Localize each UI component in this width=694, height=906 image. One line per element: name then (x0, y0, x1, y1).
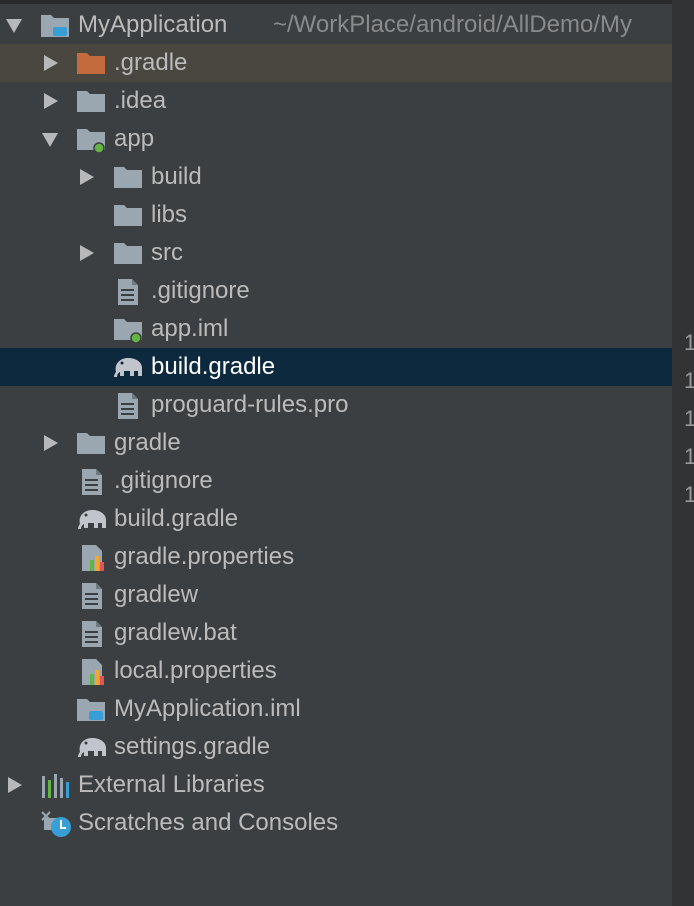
tree-item-label: MyApplication.iml (114, 695, 301, 722)
gradle-elephant-icon (76, 506, 106, 532)
chevron-down-icon[interactable] (42, 133, 58, 147)
project-folder-icon (40, 12, 69, 38)
tree-item-label: settings.gradle (114, 733, 271, 760)
project-name: MyApplication (78, 11, 228, 38)
tree-item-label: gradlew (114, 581, 199, 608)
iml-project-icon (76, 696, 105, 722)
tree-item-label: .gitignore (114, 467, 213, 494)
chevron-right-icon[interactable] (80, 245, 94, 261)
scratches-label: Scratches and Consoles (78, 809, 339, 836)
tree-row-settings-gradle[interactable]: settings.gradle (0, 728, 672, 766)
tree-row-local-properties[interactable]: local.properties (0, 652, 672, 690)
tree-item-label: gradle.properties (114, 543, 295, 570)
folder-orange-icon (76, 50, 105, 76)
tree-item-label: build (151, 163, 202, 190)
text-file-icon (116, 278, 144, 305)
chevron-right-icon[interactable] (80, 169, 94, 185)
tree-row-app-gitignore[interactable]: .gitignore (0, 272, 672, 310)
tree-item-label: .gitignore (151, 277, 250, 304)
top-border (0, 0, 694, 4)
gutter-digit: 1 (684, 368, 694, 393)
tree-row-dot-gradle[interactable]: .gradle (0, 44, 672, 82)
text-file-icon (80, 468, 108, 495)
tree-row-gitignore[interactable]: .gitignore (0, 462, 672, 500)
gutter-digit: 1 (684, 482, 694, 507)
tree-row-myapplication-iml[interactable]: MyApplication.iml (0, 690, 672, 728)
text-file-icon (80, 582, 108, 609)
gradle-elephant-icon (112, 354, 142, 380)
properties-file-icon (80, 544, 108, 571)
gradle-elephant-icon (76, 734, 106, 760)
tree-row-app-build-gradle[interactable]: build.gradle (0, 348, 672, 386)
tree-item-label: gradle (114, 429, 181, 456)
tree-row-libs[interactable]: libs (0, 196, 672, 234)
tree-item-label: build.gradle (151, 353, 276, 380)
tree-item-label: .gradle (114, 49, 188, 76)
folder-icon (113, 164, 142, 190)
tree-row-proguard[interactable]: proguard-rules.pro (0, 386, 672, 424)
chevron-right-icon[interactable] (8, 777, 22, 793)
iml-module-icon (113, 316, 142, 344)
tree-row-app[interactable]: app (0, 120, 672, 158)
tree-row-gradle-folder[interactable]: gradle (0, 424, 672, 462)
chevron-right-icon[interactable] (44, 93, 58, 109)
text-file-icon (116, 392, 144, 419)
tree-item-label: src (151, 239, 183, 266)
gutter-digit: 1 (684, 330, 694, 355)
chevron-right-icon[interactable] (44, 435, 58, 451)
tree-row-gradlew-bat[interactable]: gradlew.bat (0, 614, 672, 652)
tree-item-label: app (114, 125, 155, 152)
tree-item-label: gradlew.bat (114, 619, 237, 646)
tree-row-app-iml[interactable]: app.iml (0, 310, 672, 348)
tree-row-gradle-properties[interactable]: gradle.properties (0, 538, 672, 576)
folder-icon (76, 88, 105, 114)
scratches-clock-icon (40, 810, 71, 837)
gutter-digit: 1 (684, 406, 694, 431)
folder-icon (76, 430, 105, 456)
tree-row-scratches[interactable]: Scratches and Consoles (0, 804, 672, 842)
properties-file-icon (80, 658, 108, 685)
tree-item-label: local.properties (114, 657, 277, 684)
module-folder-icon (76, 126, 105, 154)
tree-row-idea[interactable]: .idea (0, 82, 672, 120)
editor-gutter: 1 1 1 1 1 (672, 0, 694, 906)
library-bars-icon (40, 772, 69, 798)
project-tree[interactable]: MyApplication ~/WorkPlace/android/AllDem… (0, 6, 672, 842)
project-path: ~/WorkPlace/android/AllDemo/My (273, 11, 633, 38)
folder-icon (113, 202, 142, 228)
chevron-right-icon[interactable] (44, 55, 58, 71)
tree-item-label: .idea (114, 87, 167, 114)
folder-icon (113, 240, 142, 266)
tree-item-label: proguard-rules.pro (151, 391, 349, 418)
gutter-digit: 1 (684, 444, 694, 469)
tree-item-label: libs (151, 201, 188, 228)
tree-item-label: app.iml (151, 315, 229, 342)
tree-row-external-libraries[interactable]: External Libraries (0, 766, 672, 804)
text-file-icon (80, 620, 108, 647)
external-libraries-label: External Libraries (78, 771, 265, 798)
tree-row-gradlew[interactable]: gradlew (0, 576, 672, 614)
tree-row-project-root[interactable]: MyApplication ~/WorkPlace/android/AllDem… (0, 6, 672, 44)
tree-row-build-gradle[interactable]: build.gradle (0, 500, 672, 538)
chevron-down-icon[interactable] (6, 19, 22, 33)
tree-item-label: build.gradle (114, 505, 239, 532)
tree-row-src[interactable]: src (0, 234, 672, 272)
tree-row-build[interactable]: build (0, 158, 672, 196)
